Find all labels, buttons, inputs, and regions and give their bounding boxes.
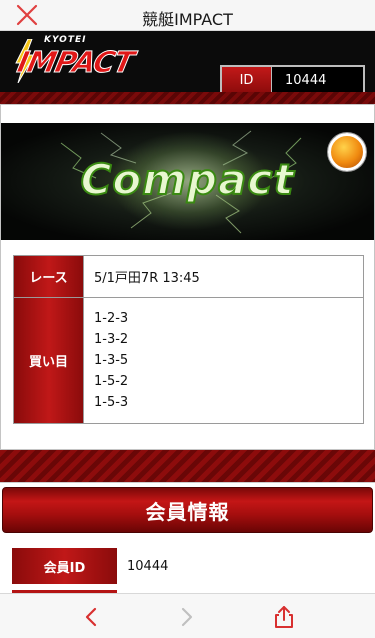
bet-item: 1-5-2 bbox=[94, 374, 129, 389]
gold-coin-icon bbox=[328, 133, 366, 171]
prediction-card: Compact レース 5/1戸田7R 13:45 買い目 1-2-3 1-3-… bbox=[0, 104, 375, 450]
members-section-header: 会員情報 bbox=[0, 482, 375, 538]
members-title: 会員情報 bbox=[2, 487, 373, 533]
logo-big-text: IMPACT bbox=[14, 45, 137, 80]
plan-name: Compact bbox=[80, 154, 295, 205]
chevron-right-icon[interactable] bbox=[172, 603, 200, 631]
race-row: レース 5/1戸田7R 13:45 bbox=[13, 255, 364, 298]
bet-item: 1-5-3 bbox=[94, 395, 129, 410]
share-icon[interactable] bbox=[270, 603, 298, 631]
bet-item: 1-2-3 bbox=[94, 311, 129, 326]
info-value: 10444 bbox=[285, 73, 327, 88]
member-id-row: 会員ID 10444 bbox=[12, 548, 363, 584]
info-row-id: ID 10444 bbox=[222, 67, 363, 95]
chevron-left-icon[interactable] bbox=[78, 603, 106, 631]
bets-list: 1-2-3 1-3-2 1-3-5 1-5-2 1-5-3 bbox=[83, 297, 364, 424]
stripe-divider bbox=[0, 450, 375, 482]
browser-bottom-nav bbox=[0, 593, 375, 638]
logo-small-text: KYOTEI bbox=[44, 35, 87, 45]
info-label: ID bbox=[222, 67, 272, 94]
race-table: レース 5/1戸田7R 13:45 買い目 1-2-3 1-3-2 1-3-5 … bbox=[13, 255, 364, 424]
bets-row: 買い目 1-2-3 1-3-2 1-3-5 1-5-2 1-5-3 bbox=[13, 297, 364, 424]
bets-label: 買い目 bbox=[13, 297, 84, 424]
site-logo[interactable]: KYOTEI IMPACT bbox=[14, 35, 176, 87]
page-title: 競艇IMPACT bbox=[142, 10, 233, 29]
race-value: 5/1戸田7R 13:45 bbox=[83, 255, 364, 298]
plan-banner: Compact bbox=[1, 123, 374, 240]
race-label: レース bbox=[13, 255, 84, 298]
bet-item: 1-3-5 bbox=[94, 353, 129, 368]
bet-item: 1-3-2 bbox=[94, 332, 129, 347]
browser-topbar: 競艇IMPACT bbox=[0, 0, 375, 31]
member-id-label: 会員ID bbox=[12, 548, 117, 584]
site-header: KYOTEI IMPACT ID 10444 保有PT 38 bbox=[0, 31, 375, 125]
member-id-value: 10444 bbox=[127, 558, 169, 574]
